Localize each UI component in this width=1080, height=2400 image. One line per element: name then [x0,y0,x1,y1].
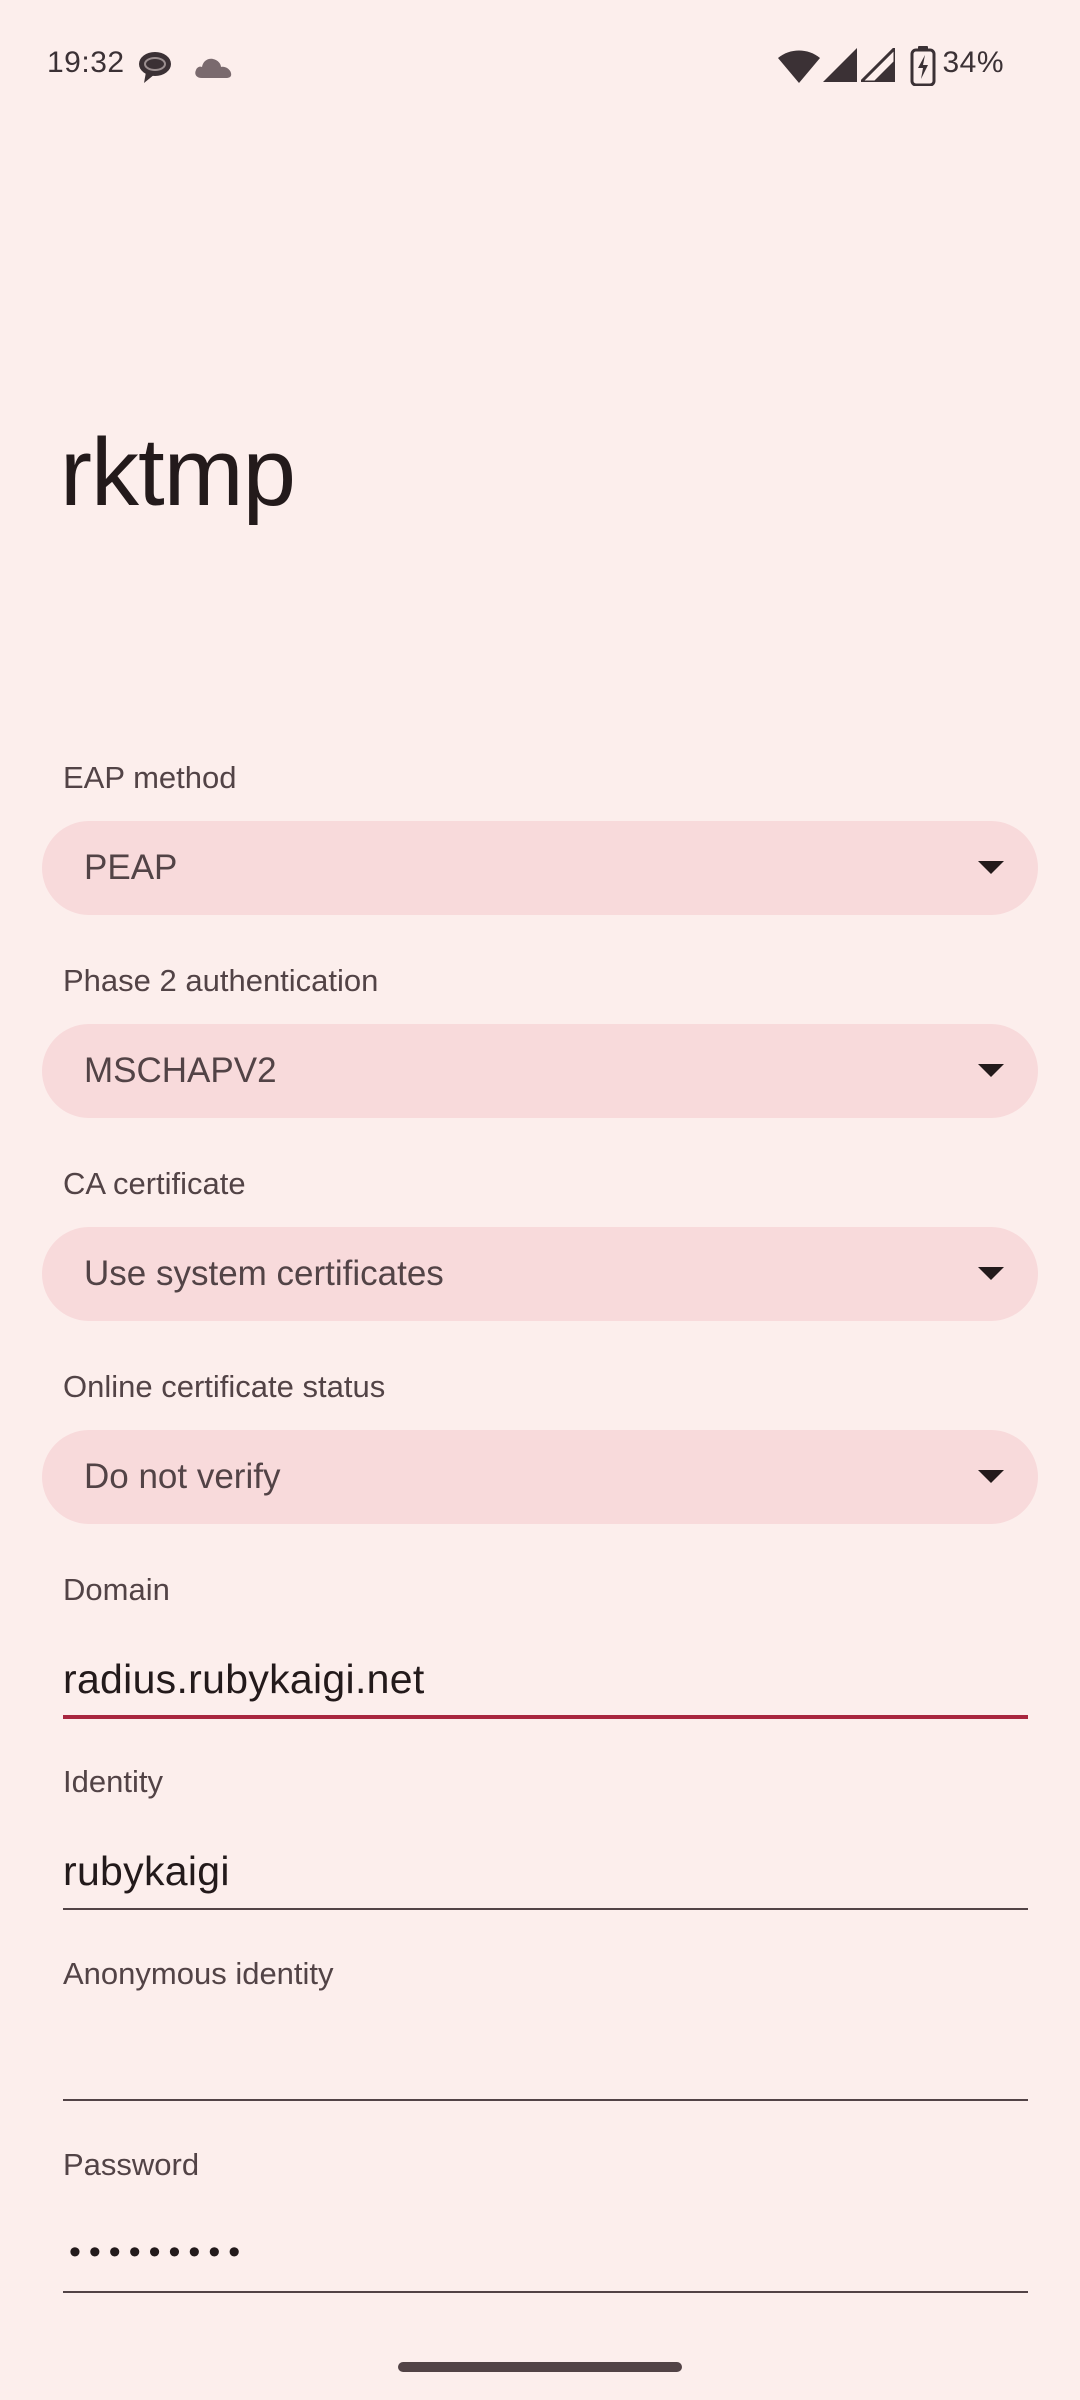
ca-certificate-value: Use system certificates [84,1254,444,1293]
ca-certificate-label: CA certificate [63,1166,246,1201]
anonymous-identity-underline [63,2099,1028,2101]
dropdown-arrow-icon [978,1064,1004,1077]
chat-bubble-icon [139,52,171,83]
identity-label: Identity [63,1764,163,1799]
online-cert-status-label: Online certificate status [63,1369,386,1404]
eap-method-label: EAP method [63,760,237,795]
phase2-auth-value: MSCHAPV2 [84,1051,277,1090]
signal-icon [823,48,857,82]
wifi-icon [778,50,820,83]
password-underline [63,2291,1028,2293]
eap-method-dropdown[interactable]: PEAP [42,821,1038,915]
online-cert-status-dropdown[interactable]: Do not verify [42,1430,1038,1524]
password-field[interactable]: ••••••••• [63,2223,1028,2293]
phase2-auth-label: Phase 2 authentication [63,963,379,998]
domain-value: radius.rubykaigi.net [63,1656,425,1702]
phase2-auth-dropdown[interactable]: MSCHAPV2 [42,1024,1038,1118]
domain-field[interactable]: radius.rubykaigi.net [63,1648,1028,1719]
anonymous-identity-field[interactable] [63,2031,1028,2101]
signal-icon-2 [861,48,895,82]
online-cert-status-value: Do not verify [84,1457,281,1496]
identity-underline [63,1908,1028,1910]
dropdown-arrow-icon [978,1470,1004,1483]
password-masked-value: ••••••••• [69,2233,249,2271]
page-title: rktmp [60,419,296,526]
anonymous-identity-label: Anonymous identity [63,1956,334,1991]
domain-underline [63,1715,1028,1719]
battery-charging-icon [910,46,936,86]
dropdown-arrow-icon [978,1267,1004,1280]
home-indicator[interactable] [398,2362,682,2372]
dropdown-arrow-icon [978,861,1004,874]
wifi-network-config-screen: 19:32 34% rktmp EAP method PEAP Phase 2 … [0,0,1080,2400]
eap-method-value: PEAP [84,848,178,887]
password-label: Password [63,2147,200,2182]
battery-percent: 34% [942,46,1004,79]
ca-certificate-dropdown[interactable]: Use system certificates [42,1227,1038,1321]
identity-value: rubykaigi [63,1848,230,1894]
cloud-icon [195,58,232,78]
status-bar: 19:32 34% [0,0,1080,132]
domain-label: Domain [63,1572,170,1607]
status-time: 19:32 [47,46,125,79]
identity-field[interactable]: rubykaigi [63,1840,1028,1910]
